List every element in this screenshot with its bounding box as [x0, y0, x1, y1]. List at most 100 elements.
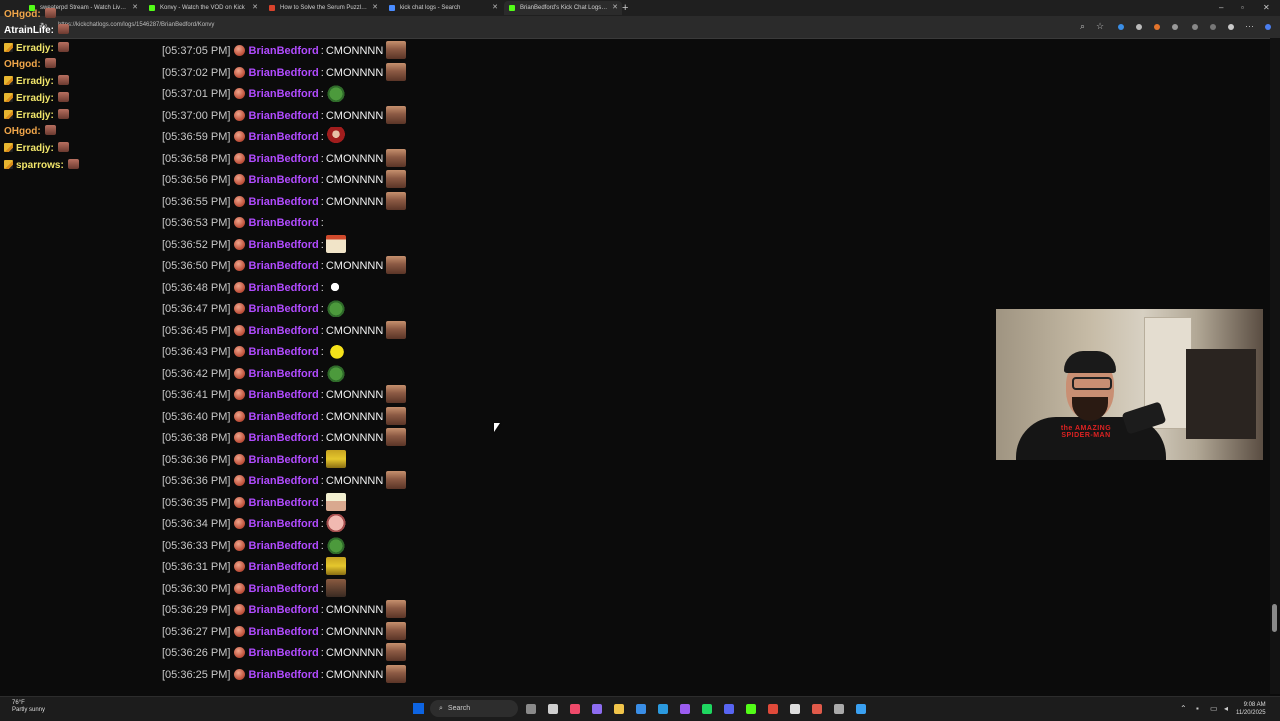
settings-gear-icon[interactable] — [834, 704, 844, 714]
taskbar-app-icon[interactable] — [746, 704, 756, 714]
username-link[interactable]: BrianBedford — [249, 325, 319, 337]
username-link[interactable]: BrianBedford — [249, 131, 319, 143]
tray-mic-icon[interactable]: ▪ — [1196, 704, 1199, 713]
chat-emote-icon — [44, 125, 56, 135]
username-link[interactable]: BrianBedford — [249, 110, 319, 122]
taskbar-search[interactable]: ⌕ Search — [430, 700, 518, 717]
chat-log-row: [05:36:59 PM] BrianBedford: — [162, 127, 346, 147]
bookmark-star-icon[interactable]: ☆ — [1096, 21, 1104, 32]
extension-icon[interactable] — [1172, 24, 1178, 30]
extension-icon[interactable] — [1210, 24, 1216, 30]
taskbar-app-icon[interactable] — [636, 704, 646, 714]
username-link[interactable]: BrianBedford — [249, 282, 319, 294]
taskbar-app-icon[interactable] — [680, 704, 690, 714]
browser-tab[interactable]: How to Solve the Serum Puzzle in ... ✕ — [264, 1, 382, 15]
username-link[interactable]: BrianBedford — [249, 540, 319, 552]
file-explorer-icon[interactable] — [614, 704, 624, 714]
windows-start-icon[interactable] — [413, 703, 424, 714]
username-link[interactable]: BrianBedford — [249, 346, 319, 358]
page-scrollbar[interactable] — [1270, 38, 1280, 694]
scrollbar-thumb[interactable] — [1272, 604, 1277, 632]
username-link[interactable]: BrianBedford — [249, 389, 319, 401]
zoom-icon[interactable]: ⌕ — [1080, 21, 1085, 32]
extension-icon[interactable] — [1154, 24, 1160, 30]
tab-close-icon[interactable]: ✕ — [612, 1, 618, 15]
task-view-icon[interactable] — [548, 704, 558, 714]
copilot-icon[interactable] — [1265, 24, 1271, 30]
taskbar-clock[interactable]: 9:08 AM 11/20/2025 — [1236, 701, 1266, 717]
separator: : — [320, 66, 324, 79]
browser-tab[interactable]: BrianBedford's Kick Chat Logs in ... ✕ — [504, 1, 622, 15]
pink-emote-icon — [325, 514, 346, 532]
tab-close-icon[interactable]: ✕ — [132, 1, 138, 15]
username-link[interactable]: BrianBedford — [249, 432, 319, 444]
shirt-text: the AMAZING SPIDER-MAN — [1060, 425, 1112, 439]
face-emote-icon — [386, 320, 407, 339]
chat-log-row: [05:36:38 PM] BrianBedford: CMONNNN — [162, 428, 407, 448]
profile-avatar[interactable] — [1228, 24, 1234, 30]
tray-volume-icon[interactable]: ◂ — [1224, 704, 1228, 713]
tab-close-icon[interactable]: ✕ — [372, 1, 378, 15]
minimize-icon[interactable]: – — [1219, 0, 1223, 16]
discord-icon[interactable] — [724, 704, 734, 714]
taskbar-app-icon[interactable] — [570, 704, 580, 714]
username-link[interactable]: BrianBedford — [249, 217, 319, 229]
username-link[interactable]: BrianBedford — [249, 174, 319, 186]
maximize-icon[interactable]: ▫ — [1241, 0, 1244, 16]
spotify-icon[interactable] — [702, 704, 712, 714]
username-link[interactable]: BrianBedford — [249, 45, 319, 57]
user-avatar — [233, 174, 245, 185]
user-avatar — [233, 195, 245, 207]
chat-log-row: [05:36:40 PM] BrianBedford: CMONNNN — [162, 406, 407, 427]
username-link[interactable]: BrianBedford — [249, 626, 319, 638]
menu-kebab-icon[interactable]: ⋯ — [1245, 21, 1254, 32]
browser-tab[interactable]: kick chat logs - Search ✕ — [384, 1, 502, 15]
username-link[interactable]: BrianBedford — [249, 260, 319, 272]
username-link[interactable]: BrianBedford — [249, 303, 319, 315]
username-link[interactable]: BrianBedford — [249, 604, 319, 616]
taskbar-app-icon[interactable] — [592, 704, 602, 714]
message-text: CMONNNN — [325, 389, 384, 401]
username-link[interactable]: BrianBedford — [249, 67, 319, 79]
separator: : — [320, 109, 324, 122]
taskbar-app-icon[interactable] — [526, 704, 536, 714]
close-window-icon[interactable]: ✕ — [1263, 0, 1270, 16]
url-field[interactable]: https://kickchatlogs.com/logs/1546287/Br… — [58, 22, 214, 28]
edge-browser-icon[interactable] — [658, 704, 668, 714]
username-link[interactable]: BrianBedford — [249, 454, 319, 466]
weather-widget[interactable]: 76°F Partly sunny — [12, 700, 45, 714]
tray-network-icon[interactable]: ▭ — [1210, 704, 1218, 713]
taskbar-app-icon[interactable] — [768, 704, 778, 714]
username-link[interactable]: BrianBedford — [249, 153, 319, 165]
username-link[interactable]: BrianBedford — [249, 647, 319, 659]
tab-favicon-icon — [389, 5, 395, 11]
chrome-icon[interactable] — [856, 704, 866, 714]
username-link[interactable]: BrianBedford — [249, 475, 319, 487]
username-link[interactable]: BrianBedford — [249, 497, 319, 509]
tray-chevron-icon[interactable]: ⌃ — [1180, 704, 1187, 713]
separator: : — [320, 303, 324, 315]
taskbar-app-icon[interactable] — [790, 704, 800, 714]
extension-icon[interactable] — [1192, 24, 1198, 30]
tab-close-icon[interactable]: ✕ — [492, 1, 498, 15]
username-link[interactable]: BrianBedford — [249, 196, 319, 208]
username-link[interactable]: BrianBedford — [249, 411, 319, 423]
extension-icon[interactable] — [1136, 24, 1142, 30]
overlay-chat-username: Erradjy: — [16, 43, 54, 54]
extension-icon[interactable] — [1118, 24, 1124, 30]
browser-tab[interactable]: Konvy - Watch the VOD on Kick ✕ — [144, 1, 262, 15]
username-link[interactable]: BrianBedford — [249, 88, 319, 100]
username-link[interactable]: BrianBedford — [249, 583, 319, 595]
timestamp: [05:36:41 PM] — [162, 389, 231, 401]
gold-emote-icon — [325, 449, 346, 468]
tab-close-icon[interactable]: ✕ — [252, 1, 258, 15]
weather-temp: 76°F — [12, 700, 25, 706]
username-link[interactable]: BrianBedford — [249, 669, 319, 681]
username-link[interactable]: BrianBedford — [249, 239, 319, 251]
username-link[interactable]: BrianBedford — [249, 561, 319, 573]
username-link[interactable]: BrianBedford — [249, 518, 319, 530]
obs-icon[interactable] — [812, 704, 822, 714]
chat-log-row: [05:36:36 PM] BrianBedford: — [162, 449, 346, 470]
username-link[interactable]: BrianBedford — [249, 368, 319, 380]
new-tab-button[interactable]: + — [622, 1, 628, 15]
